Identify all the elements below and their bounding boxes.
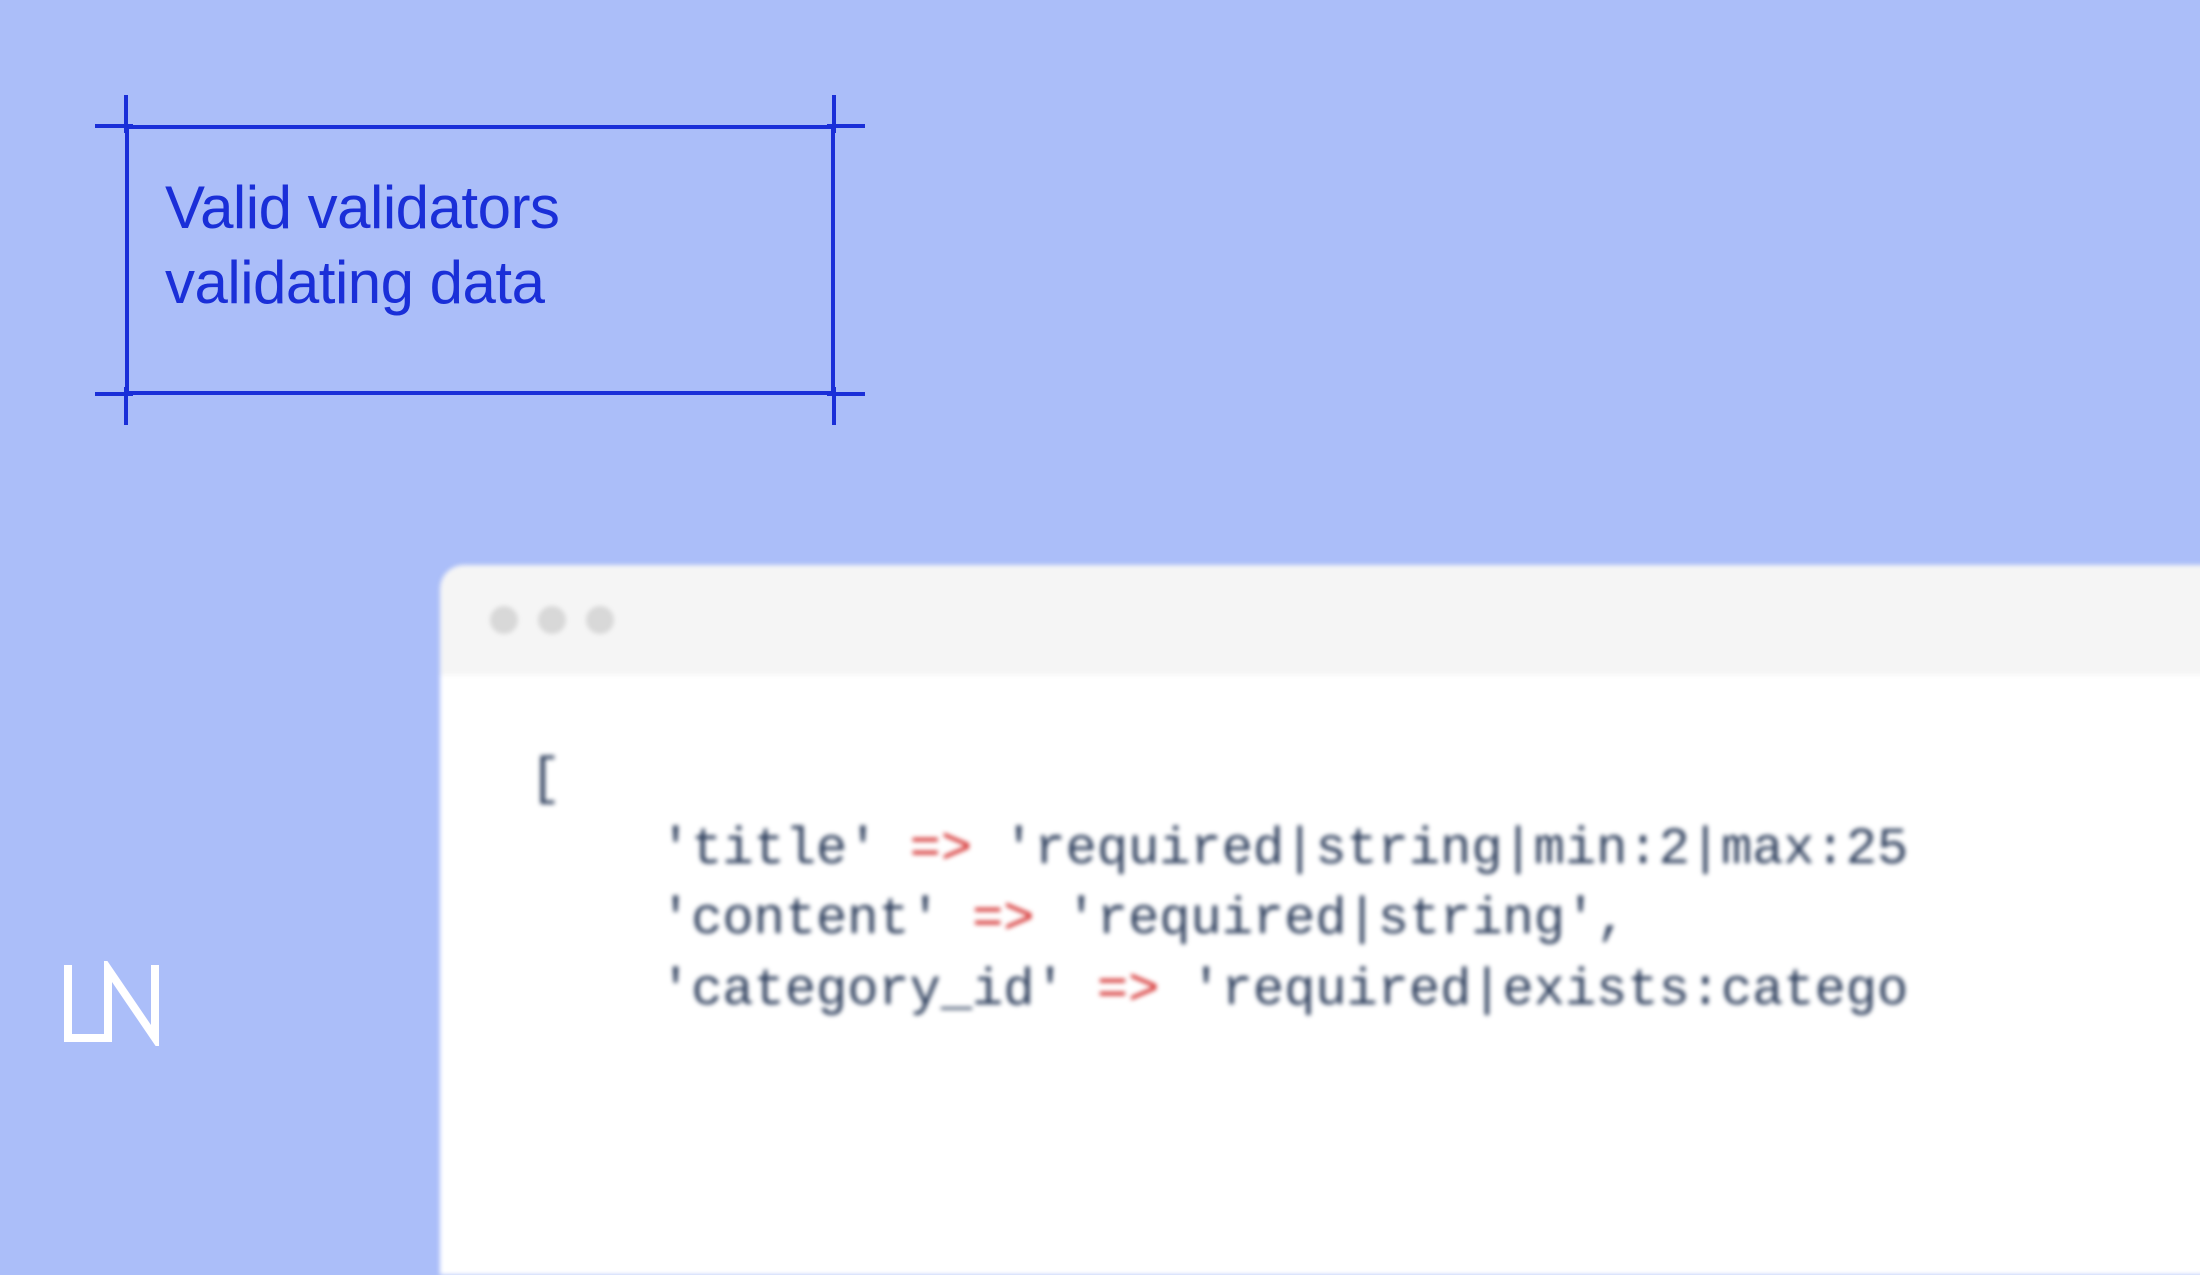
code-key: 'content' (660, 890, 941, 949)
code-arrow: => (1066, 961, 1191, 1020)
code-arrow: => (878, 820, 1003, 879)
code-line: 'category_id' => 'required|exists:catego (530, 956, 2200, 1026)
code-key: 'title' (660, 820, 878, 879)
traffic-light-minimize-icon (538, 606, 566, 634)
code-line: 'title' => 'required|string|min:2|max:25 (530, 815, 2200, 885)
crop-mark (124, 387, 128, 425)
title-line-2: validating data (165, 249, 544, 316)
code-value: 'required|exists:catego (1191, 961, 1909, 1020)
code-bracket: [ (530, 745, 2200, 815)
crop-mark (124, 95, 128, 133)
code-value: 'required|string', (1066, 890, 1628, 949)
window-header (440, 565, 2200, 675)
code-line: 'content' => 'required|string', (530, 885, 2200, 955)
crop-mark (832, 387, 836, 425)
page-title: Valid validators validating data (165, 170, 559, 320)
crop-mark (832, 95, 836, 133)
code-value: 'required|string|min:2|max:25 (1003, 820, 1908, 879)
logo-icon (60, 961, 170, 1046)
code-body: [ 'title' => 'required|string|min:2|max:… (440, 675, 2200, 1275)
title-frame: Valid validators validating data (100, 100, 860, 420)
traffic-light-maximize-icon (586, 606, 614, 634)
logo (60, 961, 170, 1065)
code-arrow: => (941, 890, 1066, 949)
code-key: 'category_id' (660, 961, 1066, 1020)
title-line-1: Valid validators (165, 174, 559, 241)
code-window: [ 'title' => 'required|string|min:2|max:… (440, 565, 2200, 1265)
traffic-light-close-icon (490, 606, 518, 634)
